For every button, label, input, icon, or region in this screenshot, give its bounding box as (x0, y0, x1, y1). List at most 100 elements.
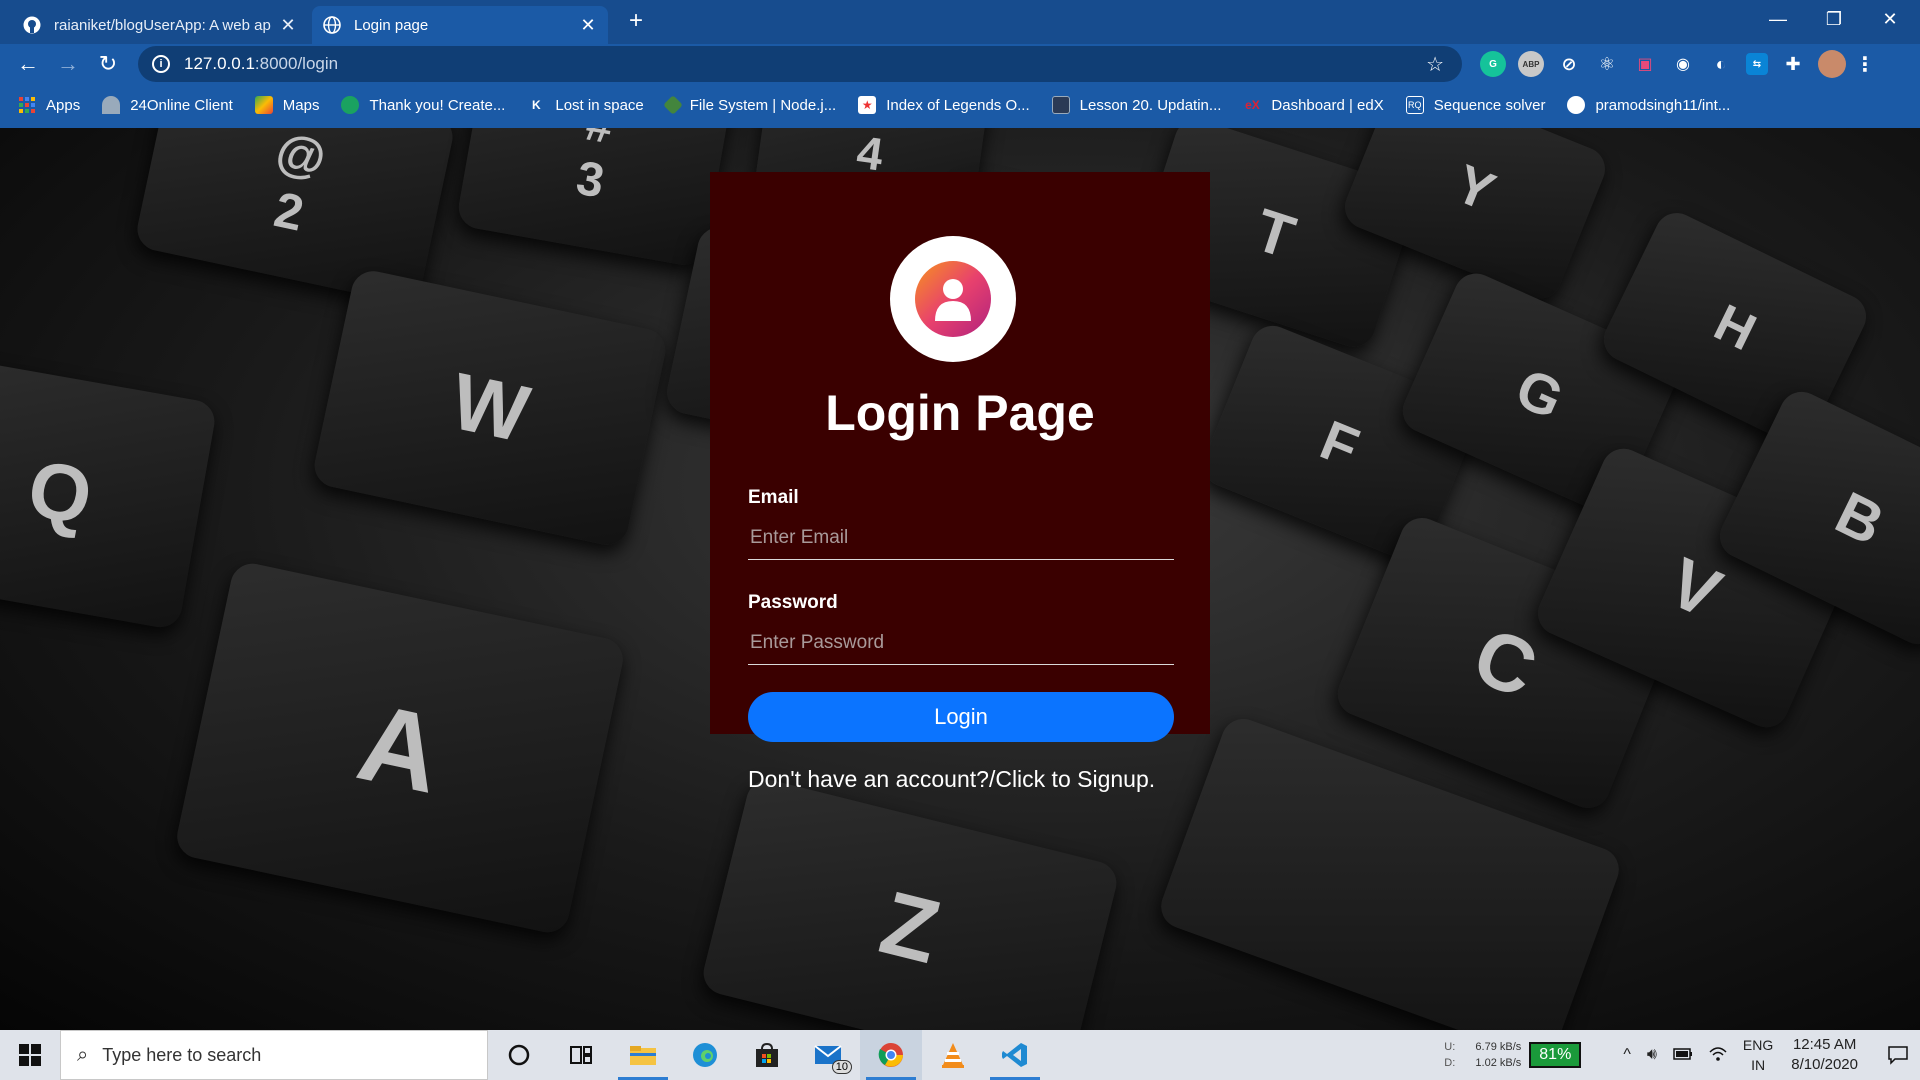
bookmark-star-icon[interactable]: ☆ (1426, 52, 1444, 77)
file-explorer-icon[interactable] (612, 1030, 674, 1080)
puzzle-extensions-icon[interactable]: ✚ (1780, 51, 1806, 77)
start-button[interactable] (0, 1030, 60, 1080)
tab-strip: raianiket/blogUserApp: A web ap ✕ Login … (0, 0, 1920, 44)
edge-icon[interactable] (674, 1030, 736, 1080)
github-icon (22, 15, 42, 35)
date: 8/10/2020 (1791, 1056, 1858, 1073)
time: 12:45 AM (1792, 1036, 1857, 1053)
upload-speed: 6.79 kB/s (1475, 1041, 1522, 1053)
chevron-up-icon[interactable]: ^ (1623, 1046, 1631, 1064)
tab-close-icon[interactable]: ✕ (578, 15, 598, 35)
bookmark-sequence-solver[interactable]: RQ Sequence solver (1405, 96, 1546, 114)
taskbar-search[interactable]: ⌕ Type here to search (60, 1030, 488, 1080)
password-field[interactable] (748, 621, 1174, 665)
bookmark-edx[interactable]: eX Dashboard | edX (1243, 96, 1384, 114)
bookmark-maps[interactable]: Maps (254, 96, 320, 114)
flag-icon: ★ (858, 96, 877, 114)
window-close-button[interactable]: ✕ (1862, 0, 1918, 40)
apps-grid-icon (18, 96, 36, 114)
record-icon[interactable]: ◉ (1670, 51, 1696, 77)
system-tray: U: D: 6.79 kB/s 1.02 kB/s 81% ^ 🔊︎ ENG IN… (1444, 1030, 1920, 1080)
notification-icon[interactable] (1876, 1045, 1920, 1065)
bookmark-lost-in-space[interactable]: K Lost in space (527, 96, 644, 114)
bookmark-label: Index of Legends O... (886, 96, 1030, 114)
bg-key: Q (0, 355, 218, 631)
adblock-icon[interactable]: ABP (1518, 51, 1544, 77)
task-view-icon[interactable] (550, 1030, 612, 1080)
bookmark-thank-you[interactable]: Thank you! Create... (341, 96, 505, 114)
wifi-icon[interactable] (1709, 1046, 1727, 1065)
screen-capture-icon[interactable]: ▣ (1632, 51, 1658, 77)
volume-icon[interactable]: 🔊︎ (1647, 1046, 1657, 1064)
restore-button[interactable]: ❐ (1806, 0, 1862, 40)
url-host: 127.0.0.1 (184, 54, 255, 73)
email-label: Email (748, 487, 799, 508)
url-path: :8000/login (254, 54, 339, 73)
browser-toolbar: ← → ↻ i 127.0.0.1:8000/login ☆ G ABP ⊘ ⚛… (0, 44, 1920, 84)
net-labels: U: D: (1444, 1041, 1456, 1069)
battery-icon[interactable] (1673, 1047, 1693, 1063)
reload-button[interactable]: ↻ (88, 46, 128, 82)
bookmark-label: pramodsingh11/int... (1595, 96, 1731, 114)
bookmark-label: Dashboard | edX (1271, 96, 1384, 114)
bookmark-apps[interactable]: Apps (18, 96, 80, 114)
language-indicator[interactable]: ENG IN (1743, 1035, 1773, 1075)
lesson-icon (1051, 96, 1070, 114)
profile-avatar[interactable] (1818, 50, 1846, 78)
new-tab-button[interactable]: + (620, 8, 652, 36)
share-icon[interactable]: ⇆ (1746, 53, 1768, 75)
k-icon: K (532, 98, 541, 112)
bookmark-file-system[interactable]: File System | Node.j... (662, 95, 836, 115)
vlc-icon[interactable] (922, 1030, 984, 1080)
vpn-icon[interactable]: ◐ (1708, 51, 1734, 77)
store-icon[interactable] (736, 1030, 798, 1080)
tab-github[interactable]: raianiket/blogUserApp: A web ap ✕ (12, 6, 308, 44)
vscode-icon[interactable] (984, 1030, 1046, 1080)
forward-button[interactable]: → (48, 46, 88, 82)
mail-icon[interactable]: 10 (798, 1030, 860, 1080)
node-icon (662, 95, 683, 115)
tab-close-icon[interactable]: ✕ (278, 15, 298, 35)
cortana-icon[interactable] (488, 1030, 550, 1080)
search-icon: ⌕ (77, 1043, 89, 1066)
page-title: Login Page (825, 385, 1095, 441)
tab-login-page[interactable]: Login page ✕ (312, 6, 608, 44)
address-bar[interactable]: i 127.0.0.1:8000/login ☆ (138, 46, 1462, 82)
signup-link[interactable]: Don't have an account?/Click to Signup. (748, 766, 1155, 793)
bookmarks-bar: Apps 24Online Client Maps Thank you! Cre… (0, 88, 1920, 122)
site-info-icon[interactable]: i (152, 55, 170, 73)
windows-icon (19, 1044, 41, 1066)
bookmark-label: 24Online Client (130, 96, 233, 114)
bg-key: W (310, 267, 670, 549)
bookmark-label: Sequence solver (1433, 96, 1546, 114)
avatar (890, 236, 1016, 362)
bookmark-github[interactable]: pramodsingh11/int... (1567, 96, 1730, 114)
bookmark-label: Lesson 20. Updatin... (1079, 96, 1222, 114)
network-speed: 6.79 kB/s 1.02 kB/s (1461, 1039, 1521, 1071)
sequence-icon: RQ (1405, 96, 1424, 114)
menu-dots-icon[interactable]: ⋮ (1855, 51, 1875, 77)
back-button[interactable]: ← (8, 46, 48, 82)
tab-title: Login page (354, 16, 429, 34)
bg-key: #3 (455, 128, 735, 269)
clock[interactable]: 12:45 AM 8/10/2020 (1791, 1035, 1858, 1075)
bookmark-lesson[interactable]: Lesson 20. Updatin... (1051, 96, 1222, 114)
bookmark-legends[interactable]: ★ Index of Legends O... (858, 96, 1030, 114)
globe-icon (322, 15, 342, 35)
bookmark-label: Thank you! Create... (369, 96, 506, 114)
grammarly-icon[interactable]: G (1480, 51, 1506, 77)
minimize-button[interactable]: — (1750, 0, 1806, 40)
chrome-icon[interactable] (860, 1030, 922, 1080)
browser-chrome: raianiket/blogUserApp: A web ap ✕ Login … (0, 0, 1920, 128)
login-button[interactable]: Login (748, 692, 1174, 742)
recycle-icon (341, 96, 360, 114)
battery-percent[interactable]: 81% (1529, 1042, 1582, 1068)
bookmark-label: Maps (282, 96, 320, 114)
tab-title: raianiket/blogUserApp: A web ap (54, 16, 271, 34)
bookmark-24online[interactable]: 24Online Client (102, 96, 233, 114)
react-devtools-icon[interactable]: ⚛ (1594, 51, 1620, 77)
search-placeholder: Type here to search (102, 1044, 262, 1065)
user-icon (915, 261, 991, 337)
blocker-icon[interactable]: ⊘ (1556, 51, 1582, 77)
email-field[interactable] (748, 516, 1174, 560)
